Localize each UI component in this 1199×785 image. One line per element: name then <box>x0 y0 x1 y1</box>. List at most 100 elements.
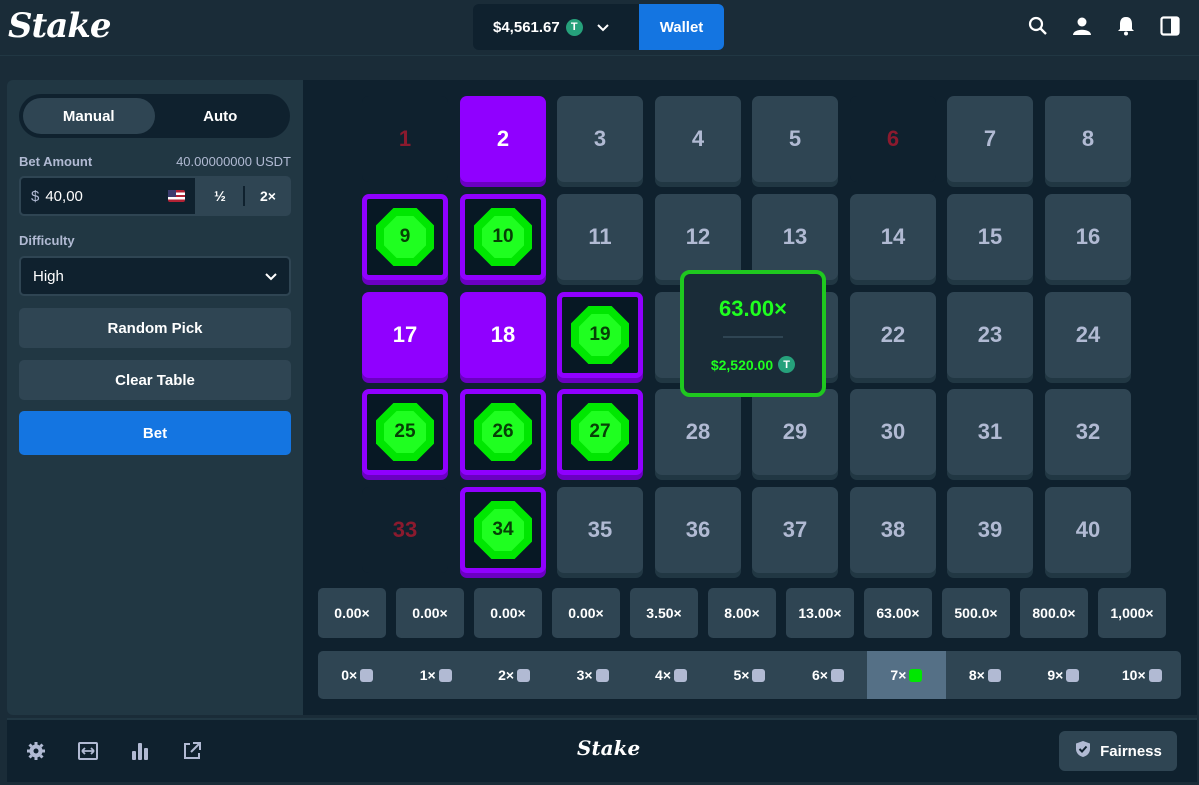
tile-10[interactable]: 10 <box>460 194 546 280</box>
tile-number: 5 <box>788 126 802 151</box>
footer-actions <box>25 740 203 762</box>
hit-count-cell: 3× <box>553 651 631 699</box>
tile-29[interactable]: 29 <box>752 389 838 475</box>
tile-number: 3 <box>593 126 607 151</box>
tile-8[interactable]: 8 <box>1045 96 1131 182</box>
usdt-coin-icon: T <box>565 18 583 36</box>
tile-number: 36 <box>685 517 711 542</box>
gem-icon <box>517 668 531 682</box>
tab-auto[interactable]: Auto <box>155 98 287 134</box>
stake-logo[interactable]: Stake <box>8 6 111 46</box>
gem-icon: 9 <box>376 208 434 266</box>
bell-icon[interactable] <box>1115 15 1137 37</box>
header-actions <box>1027 15 1181 37</box>
tile-36[interactable]: 36 <box>655 487 741 573</box>
double-bet-button[interactable]: 2× <box>245 176 291 216</box>
payout-multiplier: 3.50× <box>630 588 698 638</box>
tile-6[interactable]: 6 <box>850 96 936 182</box>
gem-icon <box>360 668 374 682</box>
tile-9[interactable]: 9 <box>362 194 448 280</box>
hit-count-label: 2× <box>498 667 515 683</box>
tile-33[interactable]: 33 <box>362 487 448 573</box>
tile-number: 32 <box>1075 419 1101 444</box>
footer-bar: Stake Fairness <box>7 718 1197 782</box>
tile-35[interactable]: 35 <box>557 487 643 573</box>
popout-icon[interactable] <box>181 740 203 762</box>
tile-28[interactable]: 28 <box>655 389 741 475</box>
search-icon[interactable] <box>1027 15 1049 37</box>
chevron-down-icon <box>597 20 609 35</box>
payout-multiplier: 8.00× <box>708 588 776 638</box>
sidebar-toggle-icon[interactable] <box>1159 15 1181 37</box>
hit-count-cell: 8× <box>946 651 1024 699</box>
tab-manual[interactable]: Manual <box>23 98 155 134</box>
payout-multiplier: 800.0× <box>1020 588 1088 638</box>
payout-multiplier: 1,000× <box>1098 588 1166 638</box>
tile-14[interactable]: 14 <box>850 194 936 280</box>
chevron-down-icon <box>265 268 277 285</box>
us-flag-icon <box>168 190 185 202</box>
tile-39[interactable]: 39 <box>947 487 1033 573</box>
tile-number: 18 <box>490 322 516 347</box>
stats-icon[interactable] <box>129 740 151 762</box>
bet-amount-input[interactable]: $ 40,00 <box>19 176 197 216</box>
hit-count-cell: 5× <box>710 651 788 699</box>
half-bet-button[interactable]: ½ <box>197 176 243 216</box>
tile-30[interactable]: 30 <box>850 389 936 475</box>
balance-dropdown[interactable]: $4,561.67 T <box>473 4 639 50</box>
shield-check-icon <box>1074 740 1092 762</box>
tile-13[interactable]: 13 <box>752 194 838 280</box>
tile-34[interactable]: 34 <box>460 487 546 573</box>
tile-1[interactable]: 1 <box>362 96 448 182</box>
tile-4[interactable]: 4 <box>655 96 741 182</box>
user-icon[interactable] <box>1071 15 1093 37</box>
tile-22[interactable]: 22 <box>850 292 936 378</box>
tile-26[interactable]: 26 <box>460 389 546 475</box>
tile-38[interactable]: 38 <box>850 487 936 573</box>
win-amount: $2,520.00 <box>710 356 774 373</box>
tile-5[interactable]: 5 <box>752 96 838 182</box>
tile-37[interactable]: 37 <box>752 487 838 573</box>
payout-multipliers: 0.00× 0.00× 0.00× 0.00× 3.50× 8.00× 13.00× 63.0… <box>318 588 1166 638</box>
tile-number: 27 <box>589 421 611 442</box>
tile-16[interactable]: 16 <box>1045 194 1131 280</box>
tile-23[interactable]: 23 <box>947 292 1033 378</box>
hit-count-cell: 0× <box>318 651 396 699</box>
payout-multiplier: 0.00× <box>552 588 620 638</box>
theatre-mode-icon[interactable] <box>77 740 99 762</box>
tile-40[interactable]: 40 <box>1045 487 1131 573</box>
tile-15[interactable]: 15 <box>947 194 1033 280</box>
tile-7[interactable]: 7 <box>947 96 1033 182</box>
tile-18[interactable]: 18 <box>460 292 546 378</box>
hit-counts: 0× 1× 2× 3× 4× 5× 6× 7× 8× 9× 10× <box>318 651 1181 699</box>
random-pick-button[interactable]: Random Pick <box>19 308 291 348</box>
hit-count-label: 10× <box>1121 667 1146 683</box>
tile-25[interactable]: 25 <box>362 389 448 475</box>
difficulty-select[interactable]: High <box>19 256 291 296</box>
tile-17[interactable]: 17 <box>362 292 448 378</box>
fairness-button[interactable]: Fairness <box>1059 731 1177 771</box>
tile-number: 1 <box>398 126 412 151</box>
settings-icon[interactable] <box>25 740 47 762</box>
difficulty-label: Difficulty <box>19 233 75 248</box>
gem-icon <box>674 668 688 682</box>
tile-number: 4 <box>691 126 705 151</box>
tile-27[interactable]: 27 <box>557 389 643 475</box>
tile-31[interactable]: 31 <box>947 389 1033 475</box>
fairness-label: Fairness <box>1100 742 1162 760</box>
tile-2[interactable]: 2 <box>460 96 546 182</box>
clear-table-button[interactable]: Clear Table <box>19 360 291 400</box>
tile-12[interactable]: 12 <box>655 194 741 280</box>
tile-32[interactable]: 32 <box>1045 389 1131 475</box>
hit-count-cell: 4× <box>632 651 710 699</box>
bet-button[interactable]: Bet <box>19 411 291 455</box>
tile-19[interactable]: 19 <box>557 292 643 378</box>
tile-number: 10 <box>492 226 514 247</box>
tile-11[interactable]: 11 <box>557 194 643 280</box>
game-container: Manual Auto Bet Amount 40.00000000 USDT … <box>7 80 1197 715</box>
wallet-button[interactable]: Wallet <box>639 4 724 50</box>
gem-icon: 34 <box>474 501 532 559</box>
tile-24[interactable]: 24 <box>1045 292 1131 378</box>
tile-3[interactable]: 3 <box>557 96 643 182</box>
hit-count-label: 7× <box>890 667 907 683</box>
